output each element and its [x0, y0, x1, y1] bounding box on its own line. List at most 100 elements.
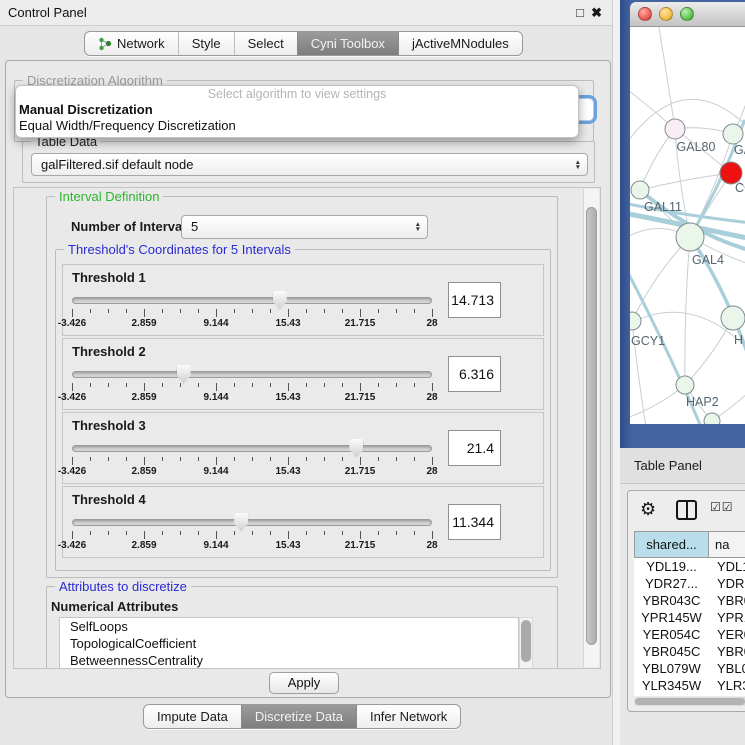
thresholds-group: Threshold's Coordinates for 5 Intervals …: [55, 249, 551, 571]
slider-track[interactable]: [72, 371, 432, 378]
network-node[interactable]: [721, 306, 745, 330]
slider-track[interactable]: [72, 519, 432, 526]
tick-label: 21.715: [345, 540, 376, 551]
checkbox-icon[interactable]: ☑: [722, 500, 734, 514]
column-header-name[interactable]: na: [709, 531, 745, 558]
algorithm-option-manual[interactable]: Manual Discretization: [16, 102, 578, 118]
table-row[interactable]: YBR043CYBR0: [634, 592, 745, 609]
threshold-row: Threshold 1-3.4262.8599.14415.4321.71528…: [62, 264, 544, 336]
apply-button[interactable]: Apply: [269, 672, 339, 694]
threshold-label: Threshold 2: [72, 344, 146, 359]
network-node[interactable]: [723, 124, 743, 144]
cell-shared-name: YDR27...: [634, 575, 709, 592]
threshold-slider[interactable]: -3.4262.8599.14415.4321.71528: [72, 365, 432, 405]
threshold-slider[interactable]: -3.4262.8599.14415.4321.71528: [72, 439, 432, 479]
scrollbar-thumb[interactable]: [586, 207, 597, 645]
tick-label: 9.144: [203, 392, 228, 403]
network-canvas[interactable]: GAL80GACGAL11GAL4GCY1HHAP2: [630, 27, 745, 424]
list-item[interactable]: SelfLoops: [60, 618, 518, 635]
algorithm-option-equal-width[interactable]: Equal Width/Frequency Discretization: [16, 118, 578, 134]
network-node-label: GAL11: [644, 200, 682, 214]
attributes-list-scrollbar[interactable]: [519, 617, 533, 669]
column-header-shared-name[interactable]: shared...: [634, 531, 709, 558]
algorithm-option-hint: Select algorithm to view settings: [16, 86, 578, 102]
table-body: YDL19...YDL1YDR27...YDR2YBR043CYBR0YPR14…: [634, 558, 745, 696]
cell-name: YBR0: [709, 643, 745, 660]
right-panel: GAL80GACGAL11GAL4GCY1HHAP2 Table Panel ⚙…: [620, 0, 745, 745]
network-window-titlebar[interactable]: [630, 2, 745, 27]
threshold-label: Threshold 4: [72, 492, 146, 507]
slider-track[interactable]: [72, 445, 432, 452]
network-node[interactable]: [631, 181, 649, 199]
tick-label: 21.715: [345, 466, 376, 477]
settings-vertical-scrollbar[interactable]: [583, 189, 599, 667]
tab-cyni-toolbox[interactable]: Cyni Toolbox: [297, 32, 398, 55]
slider-ticks: [72, 308, 432, 317]
number-of-intervals-combobox[interactable]: 5 ▲ ▼: [181, 215, 428, 239]
threshold-slider[interactable]: -3.4262.8599.14415.4321.71528: [72, 291, 432, 331]
stepper-icon[interactable]: ▲ ▼: [415, 222, 421, 232]
columns-icon[interactable]: [676, 500, 697, 520]
minimize-traffic-light[interactable]: [659, 7, 673, 21]
stepper-icon[interactable]: ▲ ▼: [575, 160, 581, 170]
numerical-attributes-label: Numerical Attributes: [51, 599, 178, 614]
network-node[interactable]: [704, 413, 720, 424]
tab-infer-network[interactable]: Infer Network: [356, 705, 460, 728]
network-edge: [640, 129, 675, 190]
table-row[interactable]: YDL19...YDL1: [634, 558, 745, 575]
slider-track[interactable]: [72, 297, 432, 304]
tick-label: 15.43: [275, 466, 300, 477]
table-horizontal-scrollbar[interactable]: [634, 697, 745, 706]
table-row[interactable]: YLR345WYLR3: [634, 677, 745, 694]
tab-discretize-data[interactable]: Discretize Data: [241, 705, 356, 728]
tab-jactivemnodules[interactable]: jActiveMNodules: [398, 32, 522, 55]
zoom-traffic-light[interactable]: [680, 7, 694, 21]
network-node[interactable]: [630, 312, 641, 330]
thresholds-container: Threshold 1-3.4262.8599.14415.4321.71528…: [56, 264, 550, 560]
threshold-value-field[interactable]: 21.4: [448, 430, 501, 466]
network-icon: [98, 37, 112, 51]
list-item[interactable]: BetweennessCentrality: [60, 652, 518, 669]
table-row[interactable]: YIL053CYIL0: [634, 694, 745, 696]
close-traffic-light[interactable]: [638, 7, 652, 21]
list-item[interactable]: TopologicalCoefficient: [60, 635, 518, 652]
tab-style[interactable]: Style: [178, 32, 234, 55]
table-panel: ⚙ ☑☑ shared... na YDL19...YDL1YDR27...YD…: [627, 490, 745, 712]
attributes-listbox[interactable]: SelfLoopsTopologicalCoefficientBetweenne…: [59, 617, 519, 669]
tab-network[interactable]: Network: [85, 32, 178, 55]
tick-label: 15.43: [275, 392, 300, 403]
table-row[interactable]: YER054CYER0: [634, 626, 745, 643]
slider-tick-labels: -3.4262.8599.14415.4321.71528: [72, 540, 432, 552]
threshold-value-field[interactable]: 6.316: [448, 356, 501, 392]
stepper-down-icon[interactable]: ▼: [575, 165, 581, 170]
network-node-label: HAP2: [686, 395, 719, 409]
tab-impute-data[interactable]: Impute Data: [144, 705, 241, 728]
threshold-value-field[interactable]: 11.344: [448, 504, 501, 540]
scrollbar-thumb[interactable]: [521, 620, 531, 662]
tick-label: 9.144: [203, 318, 228, 329]
table-row[interactable]: YDR27...YDR2: [634, 575, 745, 592]
network-view[interactable]: GAL80GACGAL11GAL4GCY1HHAP2: [630, 27, 745, 424]
stepper-down-icon[interactable]: ▼: [415, 227, 421, 232]
gear-icon[interactable]: ⚙: [640, 498, 656, 520]
float-window-icon[interactable]: □: [576, 0, 584, 26]
checkbox-icons[interactable]: ☑☑: [710, 500, 734, 514]
network-node[interactable]: [665, 119, 685, 139]
table-row[interactable]: YBL079WYBL0: [634, 660, 745, 677]
network-node-label: GCY1: [631, 334, 665, 348]
close-icon[interactable]: ✖: [591, 0, 602, 26]
table-data-combobox[interactable]: galFiltered.sif default node ▲ ▼: [31, 153, 588, 176]
table-row[interactable]: YBR045CYBR0: [634, 643, 745, 660]
table-row[interactable]: YPR145WYPR1: [634, 609, 745, 626]
network-node[interactable]: [676, 376, 694, 394]
scrollbar-thumb[interactable]: [635, 698, 745, 705]
network-node[interactable]: [676, 223, 704, 251]
tab-select[interactable]: Select: [234, 32, 297, 55]
threshold-slider[interactable]: -3.4262.8599.14415.4321.71528: [72, 513, 432, 553]
checkbox-icon[interactable]: ☑: [710, 500, 722, 514]
cell-name: YBL0: [709, 660, 745, 677]
number-of-intervals-label: Number of Intervals: [71, 219, 193, 234]
cell-shared-name: YLR345W: [634, 677, 709, 694]
threshold-value-field[interactable]: 14.713: [448, 282, 501, 318]
panel-divider[interactable]: [612, 0, 620, 745]
